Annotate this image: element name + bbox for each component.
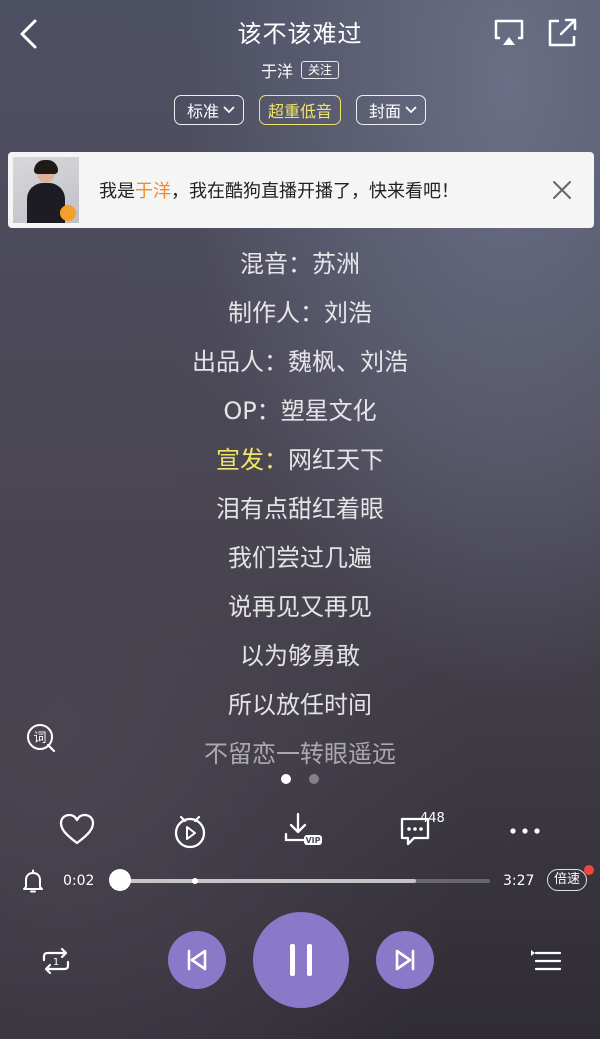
lyric-line-text: 不留恋一转眼遥远 <box>204 740 396 768</box>
current-time: 0:02 <box>63 873 95 889</box>
banner-text-after: ，我在酷狗直播开播了，快来看吧！ <box>171 181 459 202</box>
lyric-line-text: 我们尝过几遍 <box>228 544 372 572</box>
next-track-icon[interactable] <box>376 931 434 989</box>
previous-track-icon[interactable] <box>168 931 226 989</box>
total-time: 3:27 <box>503 873 535 889</box>
page-indicator <box>0 774 600 784</box>
lyric-line: 宣发：网红天下 <box>0 440 600 475</box>
lyric-line: 所以放任时间 <box>0 685 600 720</box>
lyric-line-text: 说再见又再见 <box>228 593 372 621</box>
lyric-line: 以为够勇敢 <box>0 636 600 671</box>
heart-icon[interactable] <box>57 810 97 850</box>
sound-effect-chip[interactable]: 超重低音 <box>258 95 341 125</box>
pause-icon[interactable] <box>253 912 349 1008</box>
repeat-one-icon[interactable]: 1 <box>38 945 74 977</box>
lyric-line-text: 网红天下 <box>288 446 384 474</box>
lyric-line-text: 泪有点甜红着眼 <box>216 495 384 523</box>
cover-mode-chip[interactable]: 封面 <box>356 95 427 125</box>
lyric-line-text: 所以放任时间 <box>228 691 372 719</box>
artist-row: 于洋 关注 <box>0 58 600 82</box>
quality-select-chip[interactable]: 标准 <box>173 95 244 125</box>
sound-options: 标准 超重低音 封面 <box>0 95 600 125</box>
lyric-line: 出品人：魏枫、刘浩 <box>0 342 600 377</box>
quality-label: 标准 <box>186 102 219 121</box>
buffer-bar <box>120 879 416 883</box>
progress-row: 0:02 3:27 倍速 <box>0 865 600 896</box>
cover-mode-label: 封面 <box>369 102 402 121</box>
lyric-line: 混音：苏洲 <box>0 244 600 279</box>
top-bar: 该不该难过 于洋 关注 <box>0 0 600 81</box>
live-notification-banner[interactable]: 我是于洋，我在酷狗直播开播了，快来看吧！ <box>8 152 594 228</box>
lyric-line-text: OP：塑星文化 <box>223 397 377 425</box>
banner-text-before: 我是 <box>99 181 135 202</box>
lyric-line: 泪有点甜红着眼 <box>0 489 600 524</box>
share-icon[interactable] <box>545 17 579 49</box>
chevron-down-icon <box>223 106 235 114</box>
follow-button[interactable]: 关注 <box>301 61 340 79</box>
lyric-line-highlight: 宣发： <box>216 446 288 474</box>
highlight-marker <box>192 877 198 884</box>
lyric-line-text: 混音：苏洲 <box>240 250 360 278</box>
lyric-line-text: 制作人：刘浩 <box>228 299 372 327</box>
mv-play-icon[interactable] <box>170 810 210 850</box>
lyric-line: OP：塑星文化 <box>0 391 600 426</box>
screen-cast-icon[interactable] <box>492 18 526 48</box>
banner-message[interactable]: 我是于洋，我在酷狗直播开播了，快来看吧！ <box>99 177 542 203</box>
progress-track[interactable] <box>120 877 490 884</box>
comment-count: 448 <box>420 811 445 826</box>
lyric-toggle-icon[interactable]: 词 <box>24 722 58 754</box>
notification-dot <box>584 865 594 875</box>
close-icon[interactable] <box>542 170 582 210</box>
live-badge-icon <box>60 205 76 221</box>
lyric-line: 不留恋一转眼遥远 <box>0 734 600 769</box>
sound-effect-label: 超重低音 <box>267 102 332 121</box>
repeat-one-number: 1 <box>53 957 59 968</box>
playlist-icon[interactable] <box>528 945 564 977</box>
speed-button[interactable]: 倍速 <box>547 869 587 891</box>
avatar[interactable] <box>13 157 79 223</box>
artist-name[interactable]: 于洋 <box>261 58 293 82</box>
avatar-figure-hair <box>34 160 58 174</box>
page-dot-1[interactable] <box>281 774 291 784</box>
action-row: VIP <box>0 810 600 854</box>
lyric-line: 制作人：刘浩 <box>0 293 600 328</box>
lyric-line-text: 以为够勇敢 <box>240 642 360 670</box>
banner-highlight-name: 于洋 <box>135 181 171 202</box>
avatar-figure-body <box>27 183 65 223</box>
download-vip-icon[interactable]: VIP <box>280 810 322 850</box>
playback-controls: 1 <box>0 912 600 1008</box>
lyric-line: 说再见又再见 <box>0 587 600 622</box>
lyric-line-text: 出品人：魏枫、刘浩 <box>192 348 408 376</box>
more-dots-icon[interactable] <box>505 810 545 850</box>
vip-badge-label: VIP <box>305 836 320 845</box>
chevron-down-icon <box>405 106 417 114</box>
lyric-toggle-label: 词 <box>33 731 46 746</box>
page-dot-2[interactable] <box>309 774 319 784</box>
bell-icon[interactable] <box>20 868 46 894</box>
lyric-line: 我们尝过几遍 <box>0 538 600 573</box>
progress-thumb[interactable] <box>109 869 131 891</box>
